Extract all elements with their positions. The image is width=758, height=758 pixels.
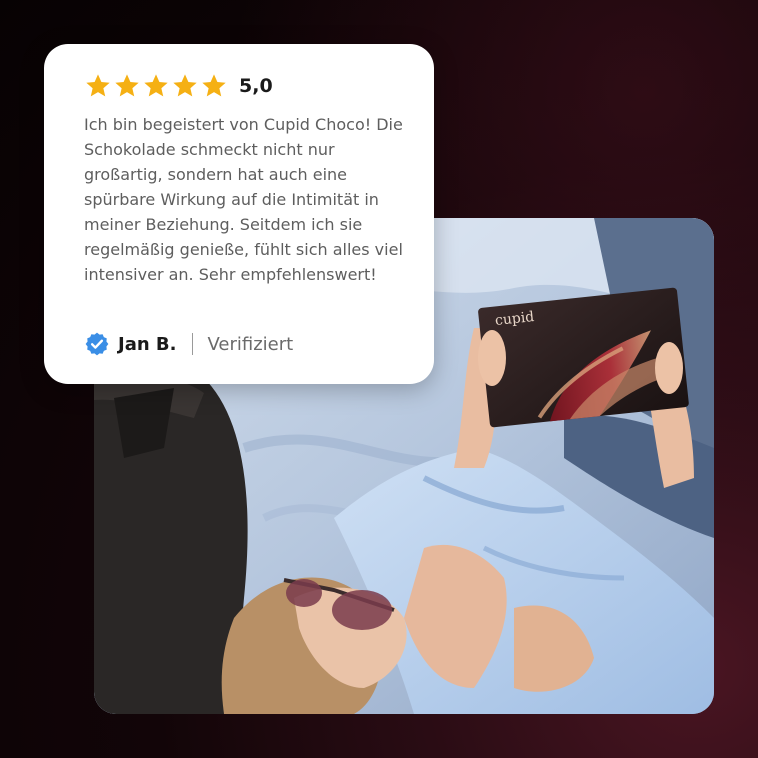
star-icon — [202, 74, 226, 97]
star-icon — [86, 74, 110, 97]
star-icon — [173, 74, 197, 97]
verified-status: Verifiziert — [207, 333, 294, 355]
verified-badge-icon — [85, 332, 109, 356]
review-author: Jan B. Verifiziert — [84, 330, 293, 358]
review-card: 5,0 Ich bin begeistert von Cupid Choco! … — [44, 44, 434, 384]
star-rating: 5,0 — [84, 70, 273, 102]
author-name: Jan B. — [118, 333, 177, 355]
star-icon — [115, 74, 139, 97]
divider — [192, 333, 194, 355]
rating-score: 5,0 — [239, 75, 273, 97]
review-text: Ich bin begeistert von Cupid Choco! Die … — [84, 115, 403, 284]
star-icon — [144, 74, 168, 97]
